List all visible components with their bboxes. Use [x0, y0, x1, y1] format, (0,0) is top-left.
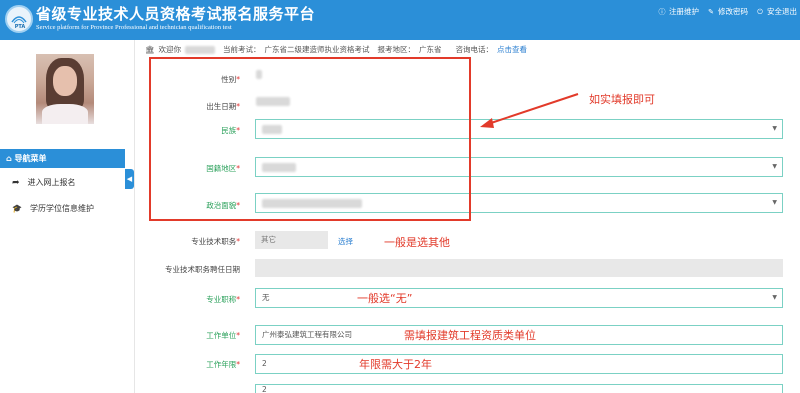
info-icon: ⓘ — [658, 7, 666, 16]
phone-label: 咨询电话： — [455, 45, 494, 54]
work-years-input[interactable]: 2 — [255, 354, 783, 374]
bank-icon: 🏛 — [145, 45, 155, 54]
annotation-years-requirement: 年限需大于2年 — [359, 358, 432, 371]
page-subtitle: Service platform for Province Profession… — [36, 24, 232, 31]
sidebar-item-label: 学历学位信息维护 — [29, 204, 94, 213]
sidebar-item-degree-info[interactable]: 🎓 学历学位信息维护 — [12, 203, 94, 214]
professional-title-label: 专业职称* — [206, 295, 240, 304]
region-value: 广东省 — [419, 45, 442, 54]
work-unit-label: 工作单位* — [206, 331, 240, 340]
graduation-cap-icon: 🎓 — [12, 204, 22, 213]
tech-title-select-link[interactable]: 选择 — [338, 236, 353, 247]
sidebar-item-label: 进入网上报名 — [27, 178, 76, 187]
change-password-link[interactable]: ✎ 修改密码 — [707, 6, 748, 17]
region-label: 报考地区： — [377, 45, 416, 54]
sidebar: ⌂ 导航菜单 ➦ 进入网上报名 🎓 学历学位信息维护 — [0, 40, 125, 393]
home-icon: ⌂ — [6, 154, 12, 163]
tech-title-date-label: 专业技术职务聘任日期 — [165, 265, 240, 274]
work-unit-value: 广州泰弘建筑工程有限公司 — [262, 330, 352, 339]
nav-menu-title: 导航菜单 — [14, 154, 47, 163]
sidebar-item-online-registration[interactable]: ➦ 进入网上报名 — [12, 177, 76, 188]
dropdown-arrow-icon: ▼ — [772, 199, 777, 206]
current-exam-value: 广东省二级建造师执业资格考试 — [264, 45, 370, 54]
page-title: 省级专业技术人员资格考试报名服务平台 — [36, 5, 316, 23]
edit-icon: ✎ — [708, 7, 714, 16]
tech-title-label: 专业技术职务* — [191, 237, 240, 246]
work-years-label: 工作年限* — [206, 360, 240, 369]
annotation-arrow-icon — [480, 93, 579, 128]
dropdown-arrow-icon: ▼ — [772, 125, 777, 132]
register-maintain-link[interactable]: ⓘ 注册维护 — [658, 6, 700, 17]
next-field-value: 2 — [262, 385, 267, 393]
annotation-choose-other: 一般是选其他 — [384, 236, 450, 249]
share-icon: ➦ — [12, 177, 20, 188]
sidebar-collapse-button[interactable]: ◀ — [125, 169, 134, 189]
dropdown-arrow-icon: ▼ — [772, 163, 777, 170]
avatar — [36, 54, 94, 124]
annotation-choose-none: 一般选“无” — [357, 292, 413, 305]
sidebar-divider — [134, 40, 135, 393]
header-links: ⓘ 注册维护 ✎ 修改密码 ⏻ 安全退出 — [658, 6, 798, 17]
tech-title-date-field[interactable] — [255, 259, 783, 277]
welcome-text: 欢迎你 — [158, 45, 182, 54]
change-password-label: 修改密码 — [718, 7, 748, 16]
dropdown-arrow-icon: ▼ — [772, 294, 777, 301]
next-field-input[interactable]: 2 — [255, 384, 783, 393]
power-icon: ⏻ — [757, 7, 763, 16]
highlight-box — [149, 57, 471, 221]
phone-view-link[interactable]: 点击查看 — [497, 44, 527, 55]
logo-text: PTA — [14, 24, 26, 30]
nav-menu-header[interactable]: ⌂ 导航菜单 — [0, 149, 125, 168]
annotation-fill-company: 需填报建筑工程资质类单位 — [404, 329, 536, 342]
professional-title-select[interactable]: 无 ▼ — [255, 288, 783, 308]
annotation-fill-truthfully: 如实填报即可 — [589, 93, 655, 106]
professional-title-value: 无 — [262, 293, 270, 302]
work-years-value: 2 — [262, 359, 267, 368]
logout-label: 安全退出 — [767, 7, 797, 16]
register-maintain-label: 注册维护 — [669, 7, 699, 16]
info-bar: 🏛 欢迎你 当前考试： 广东省二级建造师执业资格考试 报考地区： 广东省 咨询电… — [145, 44, 527, 55]
current-exam-label: 当前考试： — [223, 45, 261, 54]
top-header: PTA 省级专业技术人员资格考试报名服务平台 Service platform … — [0, 0, 800, 40]
platform-logo: PTA — [5, 5, 33, 33]
tech-title-value: 其它 — [255, 231, 328, 249]
logout-link[interactable]: ⏻ 安全退出 — [756, 6, 797, 17]
chevron-left-icon: ◀ — [126, 175, 133, 183]
username-redacted — [185, 45, 216, 54]
